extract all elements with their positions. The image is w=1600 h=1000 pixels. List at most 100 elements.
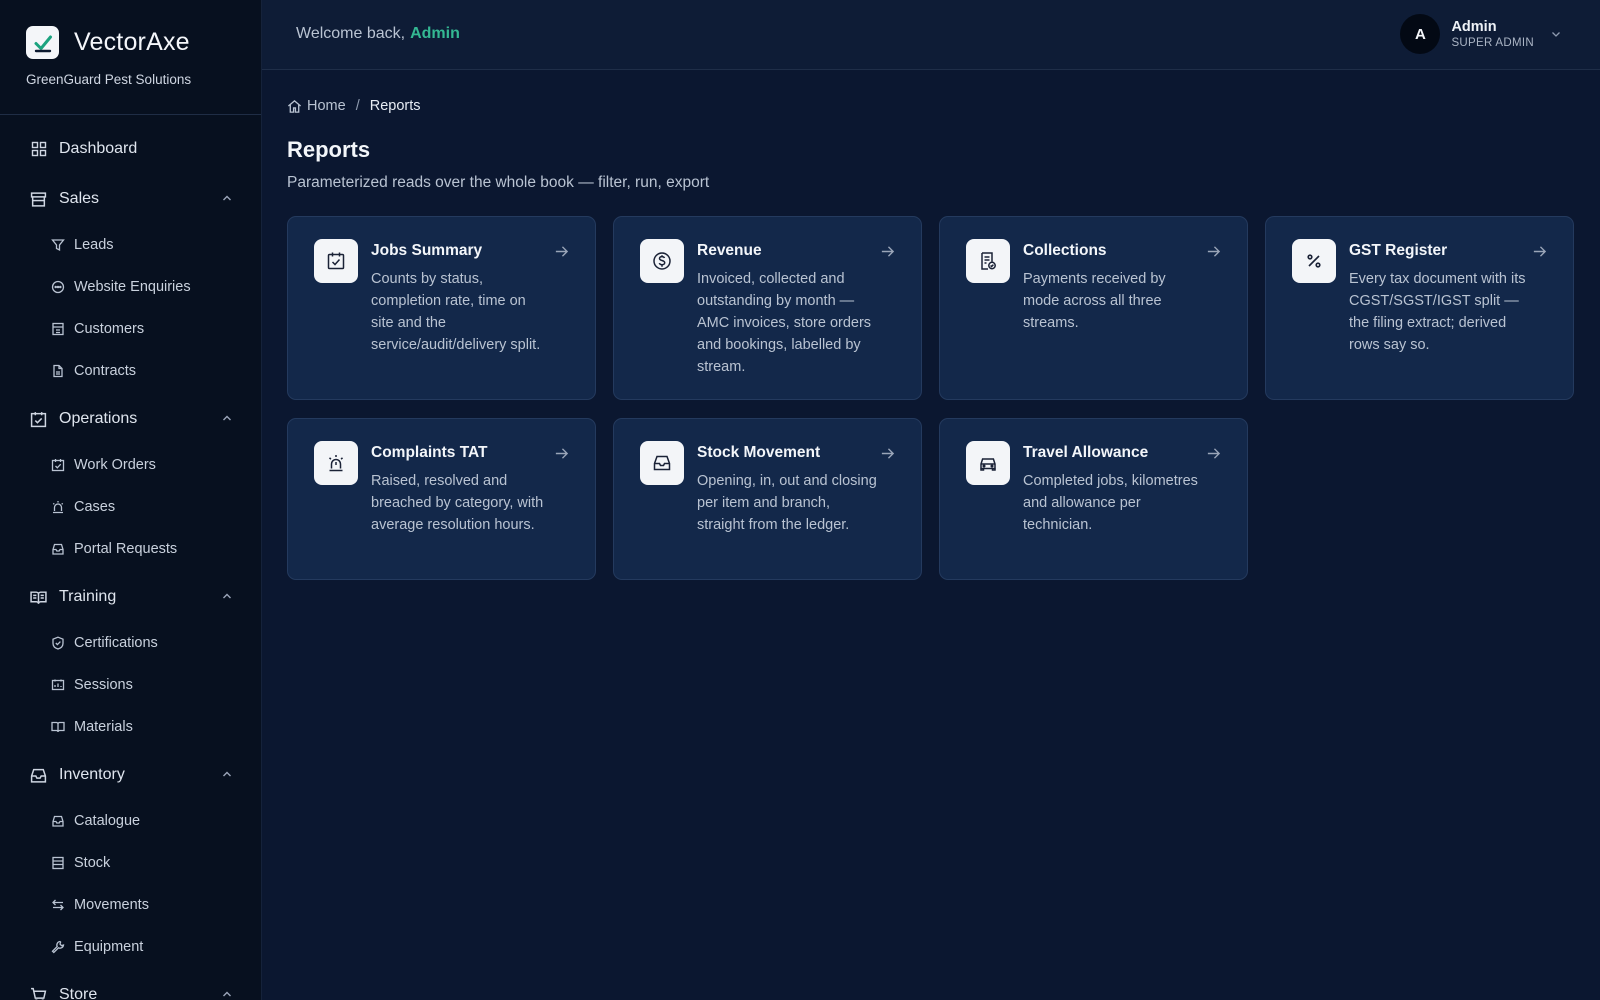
user-role: SUPER ADMIN [1451,37,1534,49]
chevron-up-icon[interactable] [221,192,233,204]
chevron-up-icon[interactable] [221,768,233,780]
sidebar-item-label: Contracts [74,363,137,379]
sidebar-item-cases[interactable]: Cases [0,486,261,528]
arrow-right-icon[interactable] [880,446,895,461]
report-card-title: Collections [1023,242,1107,259]
sidebar-group-operations[interactable]: Operations [0,394,261,444]
sidebar-item-dashboard[interactable]: Dashboard [0,124,261,174]
topbar: Welcome back, Admin A Admin SUPER ADMIN [262,0,1600,70]
sidebar-item-label: Website Enquiries [74,279,191,295]
chevron-up-icon[interactable] [221,590,233,602]
sidebar-item-leads[interactable]: Leads [0,224,261,266]
sidebar-group-label: Inventory [59,766,125,783]
sidebar-group-inventory[interactable]: Inventory [0,750,261,800]
sidebar-item-label: Certifications [74,635,158,651]
breadcrumb-separator: / [355,98,360,114]
calendar-check-icon [314,239,358,283]
cart-icon [30,987,47,1000]
building-icon [51,322,65,336]
chevron-down-icon[interactable] [1550,28,1562,40]
sidebar-group-store[interactable]: Store [0,970,261,1000]
presentation-icon [51,678,65,692]
main-content: Home / Reports Reports Parameterized rea… [262,70,1600,1000]
sidebar-item-label: Movements [74,897,149,913]
list-icon [51,856,65,870]
sidebar-item-catalogue[interactable]: Catalogue [0,800,261,842]
breadcrumb-home[interactable]: Home [287,98,346,114]
arrow-right-icon[interactable] [1206,446,1221,461]
sidebar-group-training[interactable]: Training [0,572,261,622]
report-card-title: Travel Allowance [1023,444,1149,461]
grid-icon [30,141,47,158]
sidebar-item-portal-requests[interactable]: Portal Requests [0,528,261,570]
arrow-right-icon[interactable] [554,446,569,461]
sidebar-item-label: Work Orders [74,457,156,473]
page-title: Reports [287,137,371,162]
swap-icon [51,898,65,912]
sidebar-item-label: Catalogue [74,813,141,829]
sidebar-item-movements[interactable]: Movements [0,884,261,926]
receipt-check-icon [966,239,1010,283]
sidebar-item-stock[interactable]: Stock [0,842,261,884]
avatar[interactable]: A [1400,14,1441,54]
sidebar-item-contracts[interactable]: Contracts [0,350,261,392]
sidebar-group-label: Operations [59,410,138,427]
brand-block: VectorAxe GreenGuard Pest Solutions [0,0,261,115]
report-card-collections[interactable]: Collections Payments received by mode ac… [939,216,1248,400]
company-name: GreenGuard Pest Solutions [26,72,192,87]
chat-icon [51,280,65,294]
report-card-gst-register[interactable]: GST Register Every tax document with its… [1265,216,1574,400]
breadcrumb-current: Reports [369,98,421,114]
report-card-description: Completed jobs, kilometres and allowance… [1023,473,1198,533]
report-card-revenue[interactable]: Revenue Invoiced, collected and outstand… [613,216,922,400]
sidebar-item-certifications[interactable]: Certifications [0,622,261,664]
sidebar-group-label: Sales [59,190,100,207]
sidebar-item-work-orders[interactable]: Work Orders [0,444,261,486]
report-card-description: Invoiced, collected and outstanding by m… [697,271,872,375]
report-card-travel-allowance[interactable]: Travel Allowance Completed jobs, kilomet… [939,418,1248,580]
sidebar-item-customers[interactable]: Customers [0,308,261,350]
breadcrumb-home-label: Home [307,98,346,114]
sidebar-item-website-enquiries[interactable]: Website Enquiries [0,266,261,308]
report-card-stock-movement[interactable]: Stock Movement Opening, in, out and clos… [613,418,922,580]
calendar-check-icon [30,411,47,428]
sidebar-item-label: Equipment [74,939,144,955]
report-card-complaints-tat[interactable]: Complaints TAT Raised, resolved and brea… [287,418,596,580]
chevron-up-icon[interactable] [221,988,233,1000]
store-icon [30,191,47,208]
home-icon [287,99,302,113]
sidebar-item-sessions[interactable]: Sessions [0,664,261,706]
report-card-description: Opening, in, out and closing per item an… [697,473,877,533]
inbox-icon [640,441,684,485]
page-subtitle: Parameterized reads over the whole book … [287,174,710,191]
welcome-message: Welcome back, Admin [296,25,460,43]
book-icon [51,720,65,734]
sidebar-group-label: Store [59,986,98,1000]
chevron-up-icon[interactable] [221,412,233,424]
arrow-right-icon[interactable] [1532,244,1547,259]
car-icon [966,441,1010,485]
arrow-right-icon[interactable] [554,244,569,259]
arrow-right-icon[interactable] [1206,244,1221,259]
report-grid: Jobs Summary Counts by status, completio… [287,216,1577,586]
report-card-jobs-summary[interactable]: Jobs Summary Counts by status, completio… [287,216,596,400]
dollar-circle-icon [640,239,684,283]
sidebar-item-label: Dashboard [59,140,138,157]
inbox-icon [30,767,47,784]
report-card-description: Raised, resolved and breached by categor… [371,473,544,533]
report-card-title: Revenue [697,242,762,259]
welcome-prefix: Welcome back, [296,25,406,42]
sidebar-group-sales[interactable]: Sales [0,174,261,224]
user-menu[interactable]: A Admin SUPER ADMIN [1400,14,1562,54]
arrow-right-icon[interactable] [880,244,895,259]
inbox-icon [51,542,65,556]
check-logo-icon [26,26,59,59]
user-name: Admin [1451,19,1497,35]
book-icon [30,589,47,606]
siren-icon [51,500,65,514]
report-card-title: GST Register [1349,242,1448,259]
funnel-icon [51,238,65,252]
sidebar-item-equipment[interactable]: Equipment [0,926,261,968]
sidebar-item-materials[interactable]: Materials [0,706,261,748]
report-card-title: Jobs Summary [371,242,483,259]
